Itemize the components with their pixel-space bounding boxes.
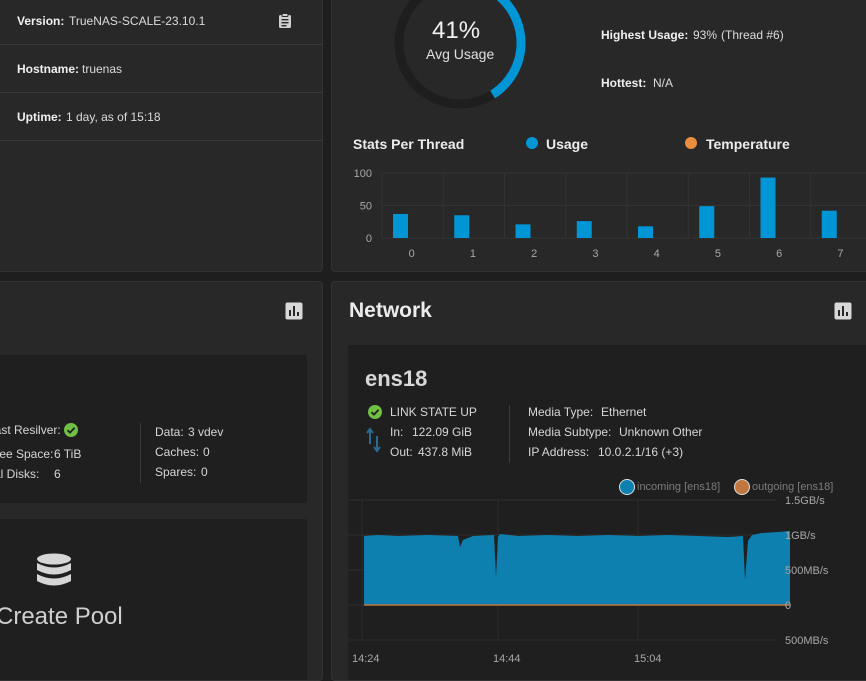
cpu-xtick-label: 2 bbox=[531, 248, 537, 260]
interface-divider bbox=[509, 405, 510, 463]
spares-label: Spares: bbox=[155, 465, 197, 479]
create-pool-panel[interactable]: Create Pool bbox=[0, 519, 307, 680]
data-value: 3 vdev bbox=[188, 425, 224, 439]
media-type-value: Ethernet bbox=[601, 405, 647, 419]
hostname-row: Hostname: truenas bbox=[0, 45, 322, 93]
hottest-label: Hottest: bbox=[601, 76, 647, 90]
uptime-row: Uptime: 1 day, as of 15:18 bbox=[0, 93, 322, 141]
cpu-usage-caption: Avg Usage bbox=[426, 46, 495, 62]
media-subtype-label: Media Subtype: bbox=[528, 425, 612, 439]
cpu-bar bbox=[821, 210, 837, 238]
net-ytick-2: 500MB/s bbox=[785, 565, 829, 577]
total-disks-value: 6 bbox=[54, 467, 61, 481]
uptime-value: 1 day, as of 15:18 bbox=[66, 110, 161, 124]
cpu-xtick-label: 5 bbox=[715, 248, 721, 260]
legend-usage-label[interactable]: Usage bbox=[546, 136, 588, 152]
media-type-label: Media Type: bbox=[528, 405, 594, 419]
hostname-value: truenas bbox=[82, 62, 123, 76]
hottest-value: N/A bbox=[653, 76, 674, 90]
version-label: Version: bbox=[17, 14, 65, 28]
in-value: 122.09 GiB bbox=[412, 425, 473, 439]
net-ytick-1: 1GB/s bbox=[785, 530, 816, 542]
traffic-arrows-icon bbox=[366, 427, 382, 458]
stats-per-thread-title: Stats Per Thread bbox=[353, 136, 465, 152]
cpu-bar bbox=[576, 221, 592, 238]
reports-icon[interactable] bbox=[285, 302, 303, 320]
caches-value: 0 bbox=[203, 445, 210, 459]
legend-incoming-dot[interactable] bbox=[619, 479, 635, 495]
highest-usage-thread: (Thread #6) bbox=[721, 28, 784, 42]
caches-label: Caches: bbox=[155, 445, 200, 459]
cpu-xtick-label: 1 bbox=[470, 248, 476, 260]
cpu-card: 41% Avg Usage Highest Usage: 93% (Thread… bbox=[331, 0, 866, 272]
total-disks-label: Total Disks: bbox=[0, 467, 40, 481]
last-resilver-label: Last Resilver: bbox=[0, 423, 61, 437]
database-icon bbox=[36, 553, 72, 596]
free-space-label: Free Space: bbox=[0, 447, 54, 461]
version-row: Version: TrueNAS-SCALE-23.10.1 bbox=[0, 0, 322, 45]
network-title: Network bbox=[349, 299, 432, 322]
cpu-bar bbox=[454, 215, 470, 238]
net-ytick-4: 500MB/s bbox=[785, 635, 829, 647]
uptime-label: Uptime: bbox=[17, 110, 62, 124]
storage-card: Last Resilver: Free Space: 6 TiB Total D… bbox=[0, 281, 323, 681]
create-pool-label[interactable]: Create Pool bbox=[0, 603, 123, 631]
hostname-label: Hostname: bbox=[17, 62, 80, 76]
highest-usage-value: 93% bbox=[693, 28, 718, 42]
free-space-value: 6 TiB bbox=[54, 447, 82, 461]
cpu-usage-percent: 41% bbox=[432, 17, 481, 44]
legend-outgoing-label[interactable]: outgoing [ens18] bbox=[752, 481, 833, 493]
cpu-bar bbox=[699, 206, 715, 238]
cpu-xtick-label: 0 bbox=[409, 248, 415, 260]
ip-address-label: IP Address: bbox=[528, 445, 590, 459]
interface-name: ens18 bbox=[365, 366, 428, 391]
interface-panel: ens18 LINK STATE UP In: 122.09 GiB Out: … bbox=[348, 345, 866, 680]
cpu-xtick-label: 6 bbox=[776, 248, 782, 260]
cpu-xtick-label: 4 bbox=[654, 248, 660, 260]
net-ytick-0: 1.5GB/s bbox=[785, 495, 825, 507]
cpu-xtick-label: 3 bbox=[592, 248, 598, 260]
cpu-bar bbox=[393, 213, 408, 238]
net-xtick-2: 15:04 bbox=[634, 653, 662, 665]
cpu-ytick-label: 50 bbox=[360, 201, 372, 213]
net-ytick-3: 0 bbox=[785, 600, 792, 612]
in-label: In: bbox=[390, 425, 404, 439]
data-label: Data: bbox=[155, 425, 184, 439]
media-subtype-value: Unknown Other bbox=[619, 425, 703, 439]
link-up-icon bbox=[368, 405, 382, 424]
cpu-ytick-label: 100 bbox=[354, 168, 372, 180]
legend-usage-dot[interactable] bbox=[526, 137, 538, 149]
cpu-bar bbox=[760, 177, 776, 238]
legend-temperature-label[interactable]: Temperature bbox=[706, 136, 790, 152]
cpu-bar bbox=[638, 226, 653, 238]
legend-temperature-dot[interactable] bbox=[685, 137, 697, 149]
cpu-xtick-label: 7 bbox=[837, 248, 843, 260]
out-value: 437.8 MiB bbox=[418, 445, 473, 459]
network-reports-icon[interactable] bbox=[834, 302, 852, 320]
summary-divider bbox=[140, 423, 141, 483]
pool-summary-panel: Last Resilver: Free Space: 6 TiB Total D… bbox=[0, 355, 307, 503]
spares-value: 0 bbox=[201, 465, 208, 479]
legend-incoming-label[interactable]: incoming [ens18] bbox=[637, 481, 720, 493]
legend-outgoing-dot[interactable] bbox=[734, 479, 750, 495]
clipboard-icon[interactable] bbox=[276, 12, 294, 30]
link-state: LINK STATE UP bbox=[390, 405, 477, 419]
version-value: TrueNAS-SCALE-23.10.1 bbox=[69, 14, 206, 28]
system-info-card: Version: TrueNAS-SCALE-23.10.1 Hostname:… bbox=[0, 0, 323, 272]
ip-address-value: 10.0.2.1/16 (+3) bbox=[598, 445, 684, 459]
resilver-ok-icon bbox=[64, 423, 78, 437]
cpu-ytick-label: 0 bbox=[366, 233, 372, 245]
cpu-bar bbox=[515, 224, 531, 238]
net-xtick-0: 14:24 bbox=[352, 653, 380, 665]
network-card: Network ens18 LINK STATE UP In: 122.09 G… bbox=[331, 281, 866, 681]
cpu-thread-chart: 100 50 0 0 1 2 3 4 5 6 7 bbox=[354, 168, 866, 260]
network-traffic-chart bbox=[348, 499, 790, 641]
net-xtick-1: 14:44 bbox=[493, 653, 521, 665]
incoming-area bbox=[364, 531, 790, 605]
out-label: Out: bbox=[390, 445, 413, 459]
highest-usage-label: Highest Usage: bbox=[601, 28, 689, 42]
